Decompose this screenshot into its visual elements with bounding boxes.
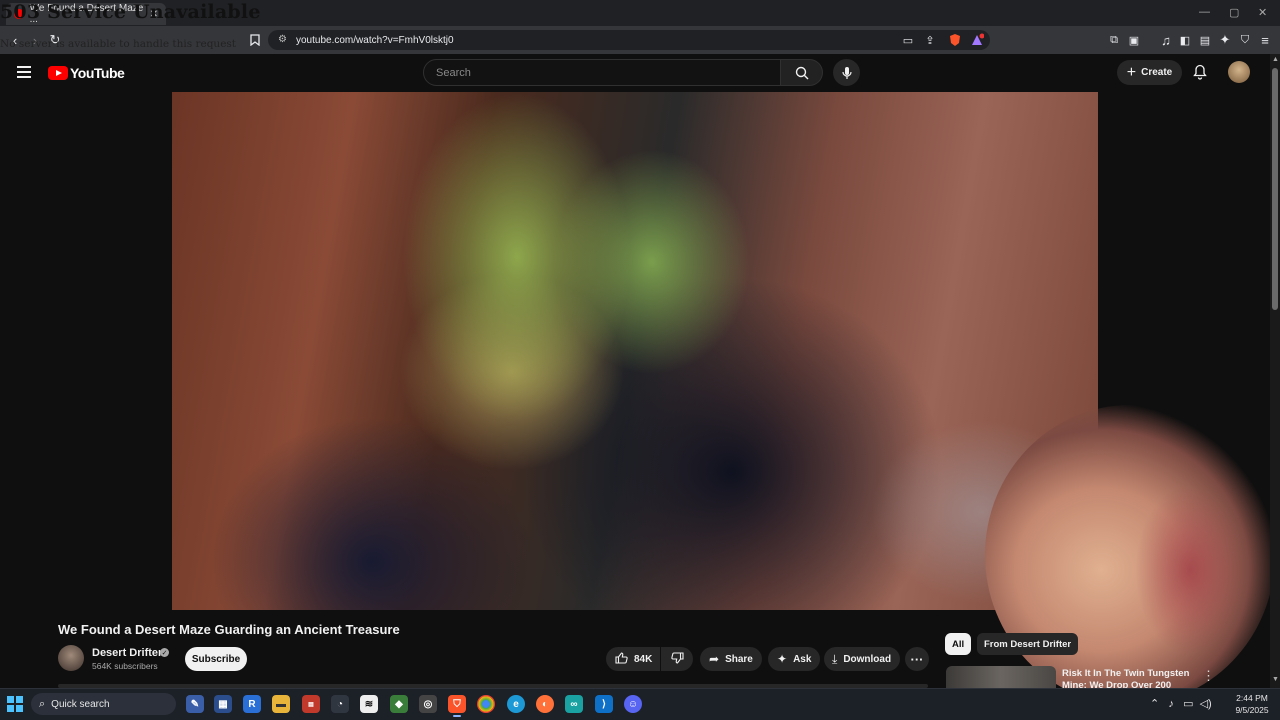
- wallet-icon[interactable]: ▤: [1197, 32, 1213, 48]
- vscode-icon[interactable]: ⟩: [595, 695, 613, 713]
- ask-button[interactable]: ✦ Ask: [768, 647, 820, 671]
- share-page-icon[interactable]: ⇪: [922, 32, 938, 48]
- windows-start-icon[interactable]: [7, 696, 23, 712]
- url-text: youtube.com/watch?v=FmhV0lsktj0: [296, 34, 454, 46]
- youtube-logo[interactable]: YouTube: [48, 65, 125, 81]
- channel-name[interactable]: Desert Drifter: [92, 647, 162, 659]
- brave-shields-icon[interactable]: [947, 32, 963, 48]
- chip-all[interactable]: All: [945, 633, 972, 655]
- screenshot-icon[interactable]: ▣: [1126, 32, 1142, 48]
- like-button[interactable]: 84K: [606, 647, 660, 671]
- mic-icon: [841, 66, 852, 79]
- menu-icon[interactable]: ≡: [1257, 32, 1273, 48]
- taskbar-app-9-icon[interactable]: ◎: [419, 695, 437, 713]
- bookmark-icon[interactable]: [247, 32, 263, 48]
- subscriber-count: 564K subscribers: [92, 661, 158, 671]
- sidebar-icon[interactable]: ◧: [1177, 32, 1193, 48]
- search-button[interactable]: [781, 59, 823, 86]
- tray-chevron-icon[interactable]: ⌃: [1150, 698, 1159, 710]
- media-icon[interactable]: ♫: [1158, 32, 1174, 48]
- taskbar-app-3-icon[interactable]: R: [243, 695, 261, 713]
- chrome-icon[interactable]: [477, 695, 495, 713]
- like-count: 84K: [634, 653, 653, 665]
- chip-from-channel[interactable]: From Desert Drifter: [977, 633, 1079, 655]
- discord-icon[interactable]: ☺: [624, 695, 642, 713]
- search-icon: ⌕: [39, 697, 46, 710]
- minimize-button[interactable]: —: [1199, 6, 1210, 18]
- taskbar-app-6-icon[interactable]: ◔: [331, 695, 349, 713]
- error-page-title: 503 Service Unavailable: [0, 1, 261, 23]
- vpn-icon[interactable]: ⛉: [1237, 32, 1253, 48]
- webcam-overlay: [985, 405, 1275, 705]
- video-foliage: [402, 92, 632, 422]
- sparkle-icon: ✦: [777, 652, 788, 666]
- youtube-play-icon: [48, 66, 68, 80]
- file-explorer-icon[interactable]: ▬: [272, 695, 290, 713]
- plus-icon: +: [1126, 63, 1137, 81]
- more-actions-button[interactable]: ···: [905, 647, 929, 671]
- firefox-icon[interactable]: ◐: [536, 695, 554, 713]
- taskbar-search[interactable]: ⌕ Quick search: [31, 693, 176, 715]
- error-page-message: No server is available to handle this re…: [0, 38, 237, 50]
- taskbar-app-8-icon[interactable]: ◆: [390, 695, 408, 713]
- scroll-down-icon[interactable]: ▼: [1272, 676, 1279, 683]
- taskbar-app-14-icon[interactable]: ∞: [565, 695, 583, 713]
- maximize-button[interactable]: ▢: [1229, 6, 1239, 19]
- recommendation-thumbnail[interactable]: [946, 666, 1056, 688]
- scrollbar-thumb[interactable]: [1272, 68, 1278, 310]
- brave-browser-icon[interactable]: ⛉: [448, 695, 466, 717]
- download-button[interactable]: ⤓ Download: [824, 647, 900, 671]
- taskbar-app-1-icon[interactable]: ✎: [186, 695, 204, 713]
- rewards-icon[interactable]: [969, 32, 985, 48]
- voice-search-button[interactable]: [833, 59, 860, 86]
- edge-icon[interactable]: e: [507, 695, 525, 713]
- recommendation-menu-icon[interactable]: ⋮: [1202, 668, 1215, 684]
- share-button[interactable]: ➦ Share: [700, 647, 762, 671]
- recommendation-title[interactable]: Risk It In The Twin Tungsten Mine: We Dr…: [1062, 668, 1198, 690]
- mic-tray-icon[interactable]: ♪: [1168, 698, 1174, 710]
- taskbar-app-5-icon[interactable]: ▤: [302, 695, 320, 713]
- youtube-logo-text: YouTube: [70, 65, 125, 81]
- system-tray[interactable]: ⌃ ♪ ▭ ◁): [1150, 697, 1212, 710]
- dislike-button[interactable]: [661, 647, 693, 671]
- create-button[interactable]: + Create: [1117, 60, 1182, 85]
- taskbar-app-2-icon[interactable]: ▦: [214, 695, 232, 713]
- cast-icon[interactable]: ▭: [900, 32, 916, 48]
- subscribe-button[interactable]: Subscribe: [185, 647, 247, 671]
- account-avatar[interactable]: [1228, 61, 1250, 83]
- create-label: Create: [1141, 67, 1173, 78]
- taskbar-app-7-icon[interactable]: ≋: [360, 695, 378, 713]
- search-input[interactable]: Search: [423, 59, 781, 86]
- close-window-button[interactable]: ✕: [1258, 6, 1267, 19]
- video-title: We Found a Desert Maze Guarding an Ancie…: [58, 622, 400, 637]
- network-icon[interactable]: ▭: [1183, 698, 1193, 710]
- download-label: Download: [843, 653, 892, 665]
- ask-label: Ask: [793, 653, 812, 665]
- verified-check-icon: ✓: [160, 648, 169, 657]
- dislike-icon: [670, 651, 684, 667]
- download-icon: ⤓: [832, 651, 838, 666]
- site-info-icon[interactable]: ⚙: [278, 34, 287, 45]
- scroll-up-icon[interactable]: ▲: [1272, 56, 1279, 63]
- taskbar-search-label: Quick search: [51, 698, 110, 710]
- leo-ai-icon[interactable]: ✦: [1217, 32, 1233, 48]
- hamburger-icon[interactable]: [17, 66, 31, 81]
- clock-date: 9/5/2025: [1235, 705, 1269, 715]
- clock-time: 2:44 PM: [1236, 693, 1268, 703]
- search-icon: [795, 66, 808, 79]
- video-player[interactable]: [172, 92, 1098, 610]
- notifications-button[interactable]: [1193, 64, 1207, 85]
- share-label: Share: [725, 653, 753, 665]
- webcam-background: [1135, 485, 1245, 655]
- share-icon: ➦: [709, 652, 720, 666]
- volume-icon[interactable]: ◁): [1200, 698, 1212, 710]
- page-scrollbar[interactable]: ▲ ▼: [1270, 54, 1280, 688]
- bell-icon: [1193, 64, 1207, 80]
- address-bar[interactable]: ⚙ youtube.com/watch?v=FmhV0lsktj0: [268, 30, 990, 50]
- taskbar-clock[interactable]: 2:44 PM 9/5/2025: [1228, 692, 1276, 716]
- like-icon: [615, 651, 628, 667]
- channel-avatar[interactable]: [58, 645, 84, 671]
- extensions-icon[interactable]: ⧉: [1106, 32, 1122, 48]
